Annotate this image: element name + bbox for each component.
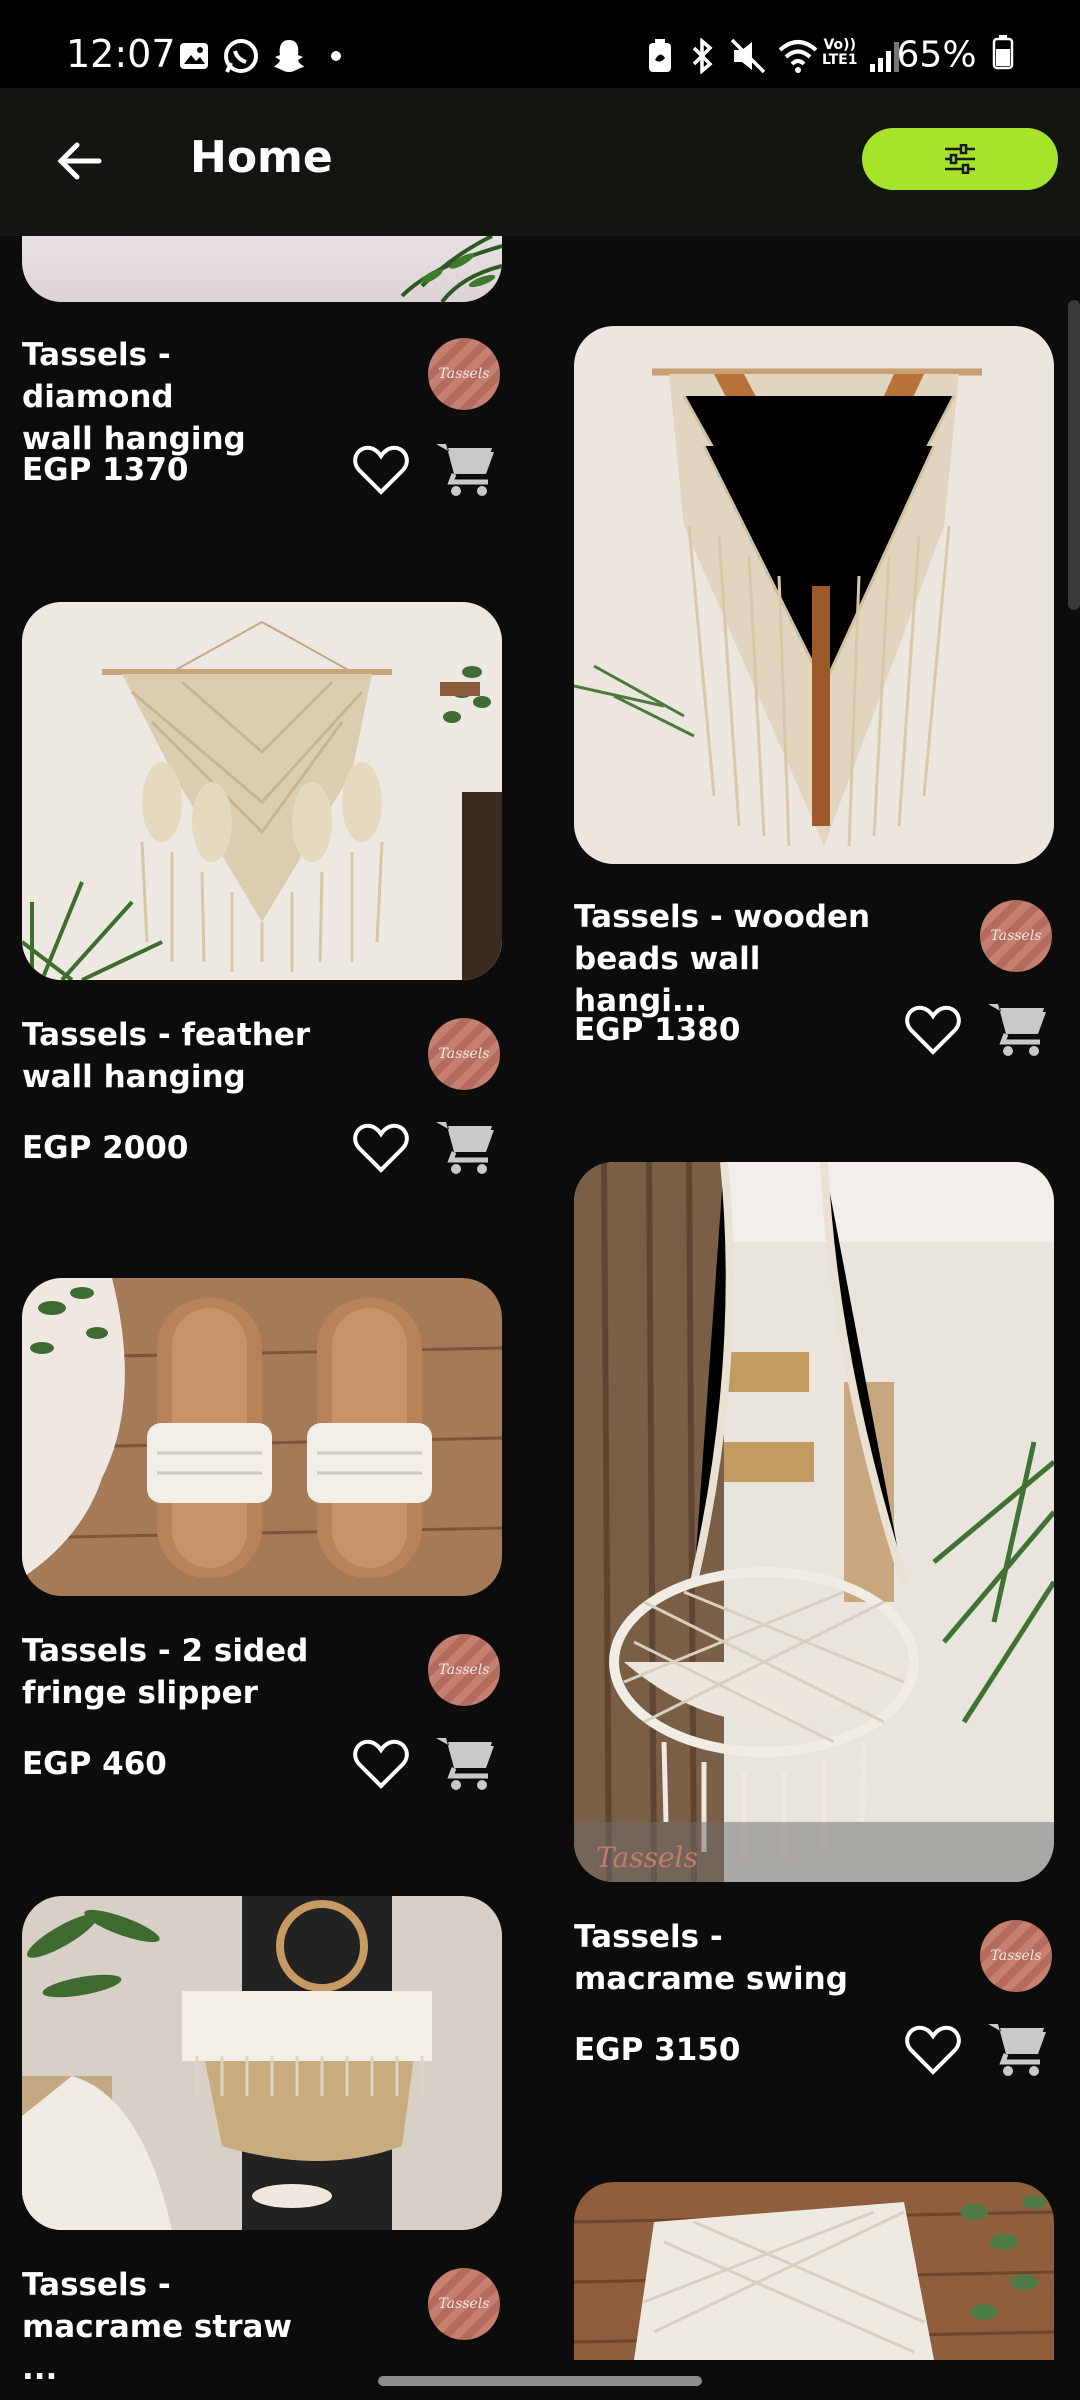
brand-logo[interactable]: Tassels (428, 338, 500, 410)
favorite-button[interactable] (904, 1004, 962, 1056)
page-title: Home (190, 132, 333, 183)
cart-icon (988, 1004, 1046, 1056)
brand-logo[interactable]: Tassels (428, 1018, 500, 1090)
product-name: Tassels - macrame swing (574, 1919, 848, 1997)
brand-logo[interactable]: Tassels (428, 2268, 500, 2340)
product-price: EGP 1370 (22, 452, 189, 488)
product-name: Tassels - macrame straw ... (22, 2267, 293, 2387)
cart-icon (436, 1122, 494, 1174)
brand-logo[interactable]: Tassels (980, 900, 1052, 972)
favorite-button[interactable] (352, 444, 410, 496)
status-bar: 12:07 Vo)) LTE1 65% (0, 0, 1080, 88)
add-to-cart-button[interactable] (434, 438, 498, 498)
wifi-icon (778, 38, 818, 74)
cart-icon (988, 2024, 1046, 2076)
heart-icon (905, 1005, 961, 1055)
scrollbar[interactable] (1068, 300, 1080, 610)
brand-logo[interactable]: Tassels (428, 1634, 500, 1706)
favorite-button[interactable] (904, 2024, 962, 2076)
add-to-cart-button[interactable] (986, 2018, 1050, 2078)
heart-icon (353, 445, 409, 495)
product-price: EGP 460 (22, 1746, 167, 1782)
whatsapp-icon (222, 38, 260, 74)
product-price: EGP 1380 (574, 1012, 741, 1048)
bluetooth-icon (688, 38, 716, 74)
home-indicator[interactable] (378, 2376, 702, 2386)
product-image[interactable] (22, 236, 502, 302)
product-price: EGP 3150 (574, 2032, 741, 2068)
product-image[interactable] (22, 1896, 502, 2230)
status-time: 12:07 (66, 32, 176, 76)
sliders-icon (945, 144, 975, 174)
product-image[interactable] (22, 1278, 502, 1596)
brand-logo[interactable]: Tassels (980, 1920, 1052, 1992)
snapchat-icon (270, 38, 308, 74)
battery-icon (992, 34, 1014, 79)
svg-text:Tassels: Tassels (596, 1841, 698, 1874)
heart-icon (353, 1123, 409, 1173)
product-name: Tassels - diamond wall hanging (22, 337, 246, 457)
gallery-icon (178, 38, 210, 74)
product-image[interactable] (574, 326, 1054, 864)
favorite-button[interactable] (352, 1738, 410, 1790)
product-name: Tassels - feather wall hanging (22, 1017, 311, 1095)
heart-icon (905, 2025, 961, 2075)
product-price: EGP 2000 (22, 1130, 189, 1166)
product-image[interactable]: Tassels (574, 1162, 1054, 1882)
arrow-left-icon (57, 142, 102, 180)
dot-icon (330, 38, 342, 74)
cart-icon (436, 444, 494, 496)
battery-saver-icon (646, 38, 674, 74)
battery-level: 65% (897, 34, 1014, 79)
add-to-cart-button[interactable] (434, 1116, 498, 1176)
product-image[interactable] (22, 602, 502, 980)
filter-button[interactable] (862, 128, 1058, 190)
product-name: Tassels - 2 sided fringe slipper (22, 1633, 309, 1711)
cart-icon (436, 1738, 494, 1790)
favorite-button[interactable] (352, 1122, 410, 1174)
product-image[interactable] (574, 2182, 1054, 2360)
app-bar: Home (0, 88, 1080, 236)
volte-icon: Vo)) LTE1 (822, 37, 858, 68)
add-to-cart-button[interactable] (434, 1732, 498, 1792)
mute-icon (730, 38, 768, 74)
product-name: Tassels - wooden beads wall hangi... (574, 899, 871, 1019)
back-button[interactable] (44, 126, 114, 196)
heart-icon (353, 1739, 409, 1789)
add-to-cart-button[interactable] (986, 998, 1050, 1058)
